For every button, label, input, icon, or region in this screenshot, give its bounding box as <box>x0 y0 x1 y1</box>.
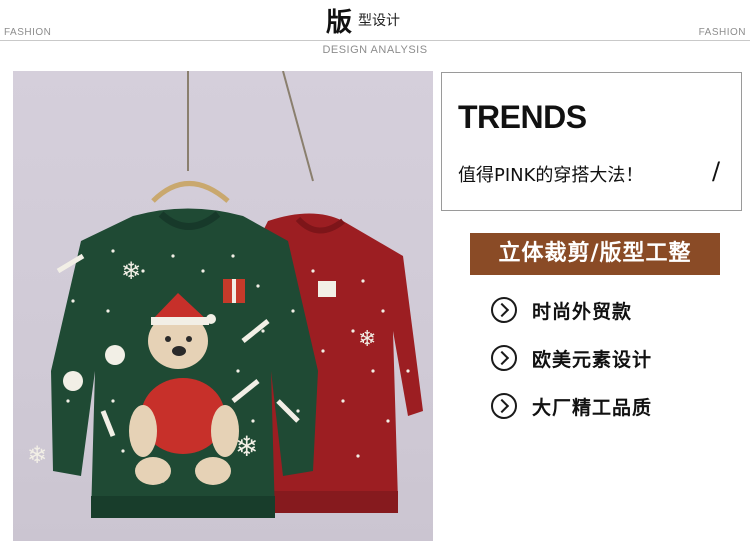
chevron-right-circle-icon <box>491 297 517 323</box>
feature-item-2: 欧美元素设计 <box>491 343 652 373</box>
trends-title: TRENDS <box>458 99 587 135</box>
product-photo: ❄ ❄ ❄ ❄ <box>13 71 433 541</box>
trends-box: TRENDS 值得PINK的穿搭大法！ / <box>441 72 742 211</box>
section-title-main: 版 <box>326 8 353 38</box>
fashion-label-right: FASHION <box>698 27 746 38</box>
chevron-right-circle-icon <box>491 345 517 371</box>
feature-item-1: 时尚外贸款 <box>491 295 632 325</box>
feature-label: 欧美元素设计 <box>532 348 653 371</box>
sweater-illustration: ❄ ❄ ❄ ❄ <box>27 71 423 518</box>
svg-text:❄: ❄ <box>121 257 141 285</box>
feature-item-3: 大厂精工品质 <box>491 391 652 421</box>
trends-slash: / <box>712 157 721 185</box>
feature-label: 时尚外贸款 <box>532 300 633 323</box>
header-divider <box>0 40 750 41</box>
section-subtitle: DESIGN ANALYSIS <box>322 44 428 56</box>
cut-banner: 立体裁剪/版型工整 <box>470 233 720 275</box>
feature-label: 大厂精工品质 <box>532 396 653 419</box>
svg-text:❄: ❄ <box>358 327 376 352</box>
section-title-rest: 型设计 <box>358 13 400 29</box>
trends-subtitle: 值得PINK的穿搭大法！ <box>458 165 644 186</box>
fashion-label-left: FASHION <box>4 27 52 38</box>
svg-text:❄: ❄ <box>27 441 47 469</box>
chevron-right-circle-icon <box>491 393 517 419</box>
